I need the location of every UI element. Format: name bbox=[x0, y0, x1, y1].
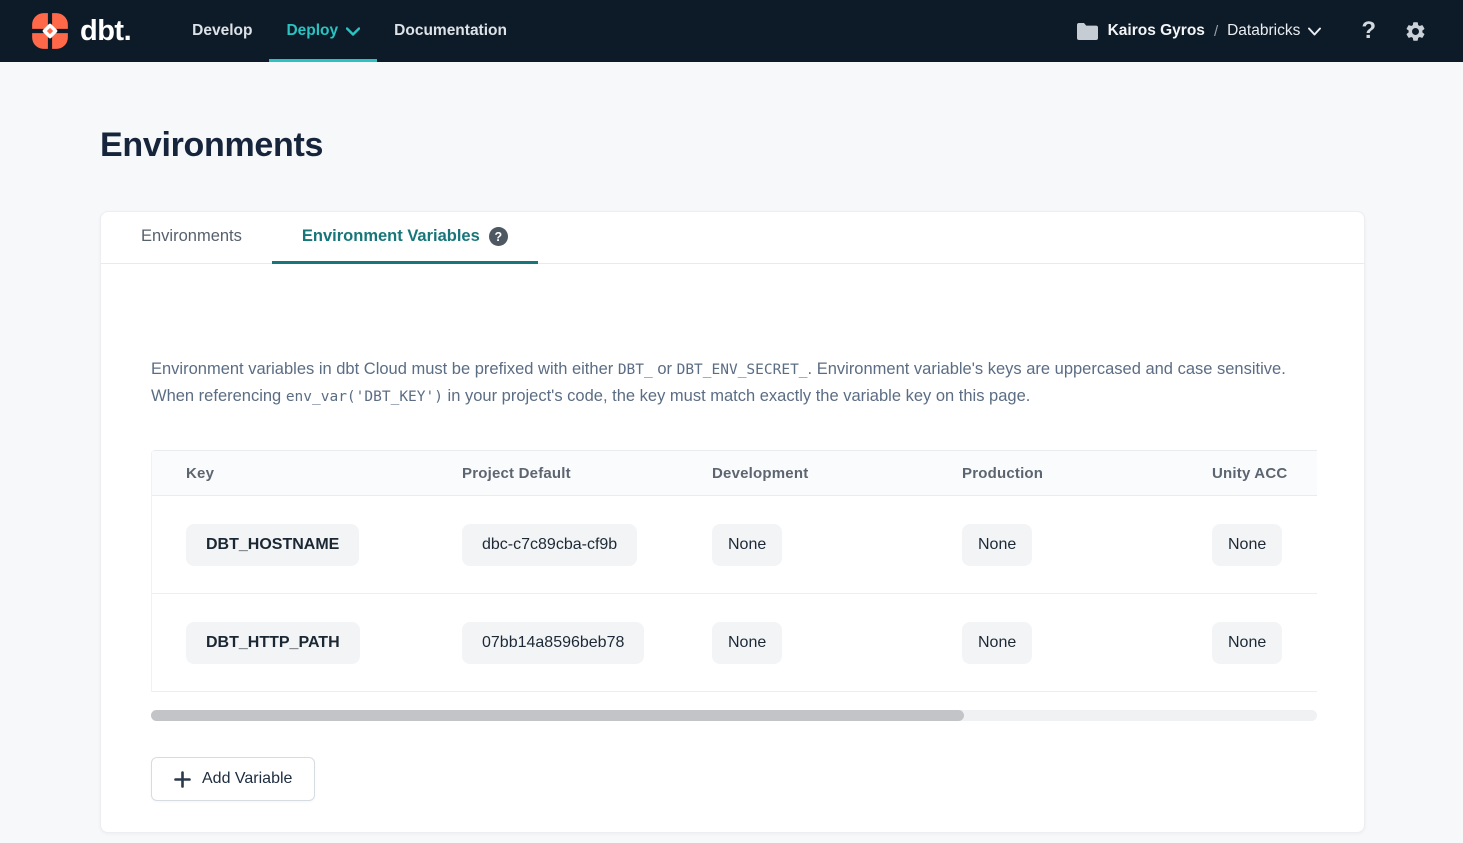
production-value-pill[interactable]: None bbox=[962, 524, 1032, 566]
code-span: DBT_ENV_SECRET_ bbox=[677, 362, 808, 378]
column-header-development: Development bbox=[682, 465, 932, 482]
table-row: DBT_HTTP_PATH 07bb14a8596beb78 None None… bbox=[152, 594, 1317, 692]
table-row: DBT_HOSTNAME dbc-c7c89cba-cf9b None None… bbox=[152, 496, 1317, 594]
table-header-row: Key Project Default Development Producti… bbox=[152, 450, 1317, 496]
dbt-logo[interactable]: dbt. bbox=[28, 0, 131, 62]
tab-label: Environment Variables bbox=[302, 227, 480, 246]
brand-wordmark: dbt. bbox=[80, 15, 131, 48]
plus-icon bbox=[174, 771, 191, 788]
column-header-production: Production bbox=[932, 465, 1182, 482]
horizontal-scrollbar-track[interactable] bbox=[151, 710, 1317, 721]
variable-key-pill[interactable]: DBT_HTTP_PATH bbox=[186, 622, 360, 664]
breadcrumb-separator: / bbox=[1214, 23, 1218, 40]
nav-item-label: Develop bbox=[192, 22, 252, 40]
column-header-project-default: Project Default bbox=[432, 465, 682, 482]
environments-card: Environments Environment Variables ? Env… bbox=[100, 211, 1365, 833]
project-switcher[interactable]: Kairos Gyros / Databricks bbox=[1077, 22, 1322, 40]
tab-bar: Environments Environment Variables ? bbox=[101, 212, 1364, 264]
horizontal-scrollbar-thumb[interactable] bbox=[151, 710, 964, 721]
nav-item-label: Documentation bbox=[394, 22, 507, 40]
chevron-down-icon bbox=[346, 27, 360, 36]
folder-icon bbox=[1077, 23, 1098, 40]
description-segment: in your project's code, the key must mat… bbox=[443, 387, 1030, 405]
tab-panel-environment-variables: Environment variables in dbt Cloud must … bbox=[101, 356, 1364, 832]
description-text: Environment variables in dbt Cloud must … bbox=[151, 356, 1315, 410]
code-span: DBT_ bbox=[618, 362, 653, 378]
page-title: Environments bbox=[100, 126, 1463, 165]
production-value-pill[interactable]: None bbox=[962, 622, 1032, 664]
nav-item-label: Deploy bbox=[286, 22, 338, 40]
tab-label: Environments bbox=[141, 227, 242, 246]
unity-acc-value-pill[interactable]: None bbox=[1212, 524, 1282, 566]
account-name: Kairos Gyros bbox=[1108, 22, 1205, 40]
unity-acc-value-pill[interactable]: None bbox=[1212, 622, 1282, 664]
project-default-pill[interactable]: 07bb14a8596beb78 bbox=[462, 622, 644, 664]
navbar-right: Kairos Gyros / Databricks ? bbox=[1077, 0, 1427, 62]
column-header-key: Key bbox=[152, 465, 432, 482]
nav-item-develop[interactable]: Develop bbox=[175, 0, 269, 62]
main-nav: Develop Deploy Documentation bbox=[175, 0, 524, 62]
project-name: Databricks bbox=[1227, 22, 1300, 40]
nav-item-documentation[interactable]: Documentation bbox=[377, 0, 524, 62]
help-circle-icon[interactable]: ? bbox=[489, 227, 508, 246]
gear-icon[interactable] bbox=[1404, 20, 1427, 43]
development-value-pill[interactable]: None bbox=[712, 524, 782, 566]
description-segment: Environment variables in dbt Cloud must … bbox=[151, 360, 618, 378]
tab-environment-variables[interactable]: Environment Variables ? bbox=[272, 212, 538, 264]
dbt-logo-icon bbox=[28, 12, 72, 50]
add-variable-button[interactable]: Add Variable bbox=[151, 757, 315, 801]
top-navbar: dbt. Develop Deploy Documentation Kairos… bbox=[0, 0, 1463, 62]
help-icon[interactable]: ? bbox=[1361, 17, 1376, 45]
project-default-pill[interactable]: dbc-c7c89cba-cf9b bbox=[462, 524, 637, 566]
column-header-unity-acc: Unity ACC bbox=[1182, 465, 1317, 482]
variable-key-pill[interactable]: DBT_HOSTNAME bbox=[186, 524, 359, 566]
nav-item-deploy[interactable]: Deploy bbox=[269, 0, 377, 62]
description-segment: or bbox=[653, 360, 677, 378]
code-span: env_var('DBT_KEY') bbox=[286, 389, 443, 405]
variables-table: Key Project Default Development Producti… bbox=[152, 450, 1317, 692]
development-value-pill[interactable]: None bbox=[712, 622, 782, 664]
chevron-down-icon bbox=[1308, 27, 1321, 36]
tab-environments[interactable]: Environments bbox=[111, 212, 272, 264]
variables-table-viewport: Key Project Default Development Producti… bbox=[151, 450, 1317, 692]
add-variable-label: Add Variable bbox=[202, 770, 292, 788]
